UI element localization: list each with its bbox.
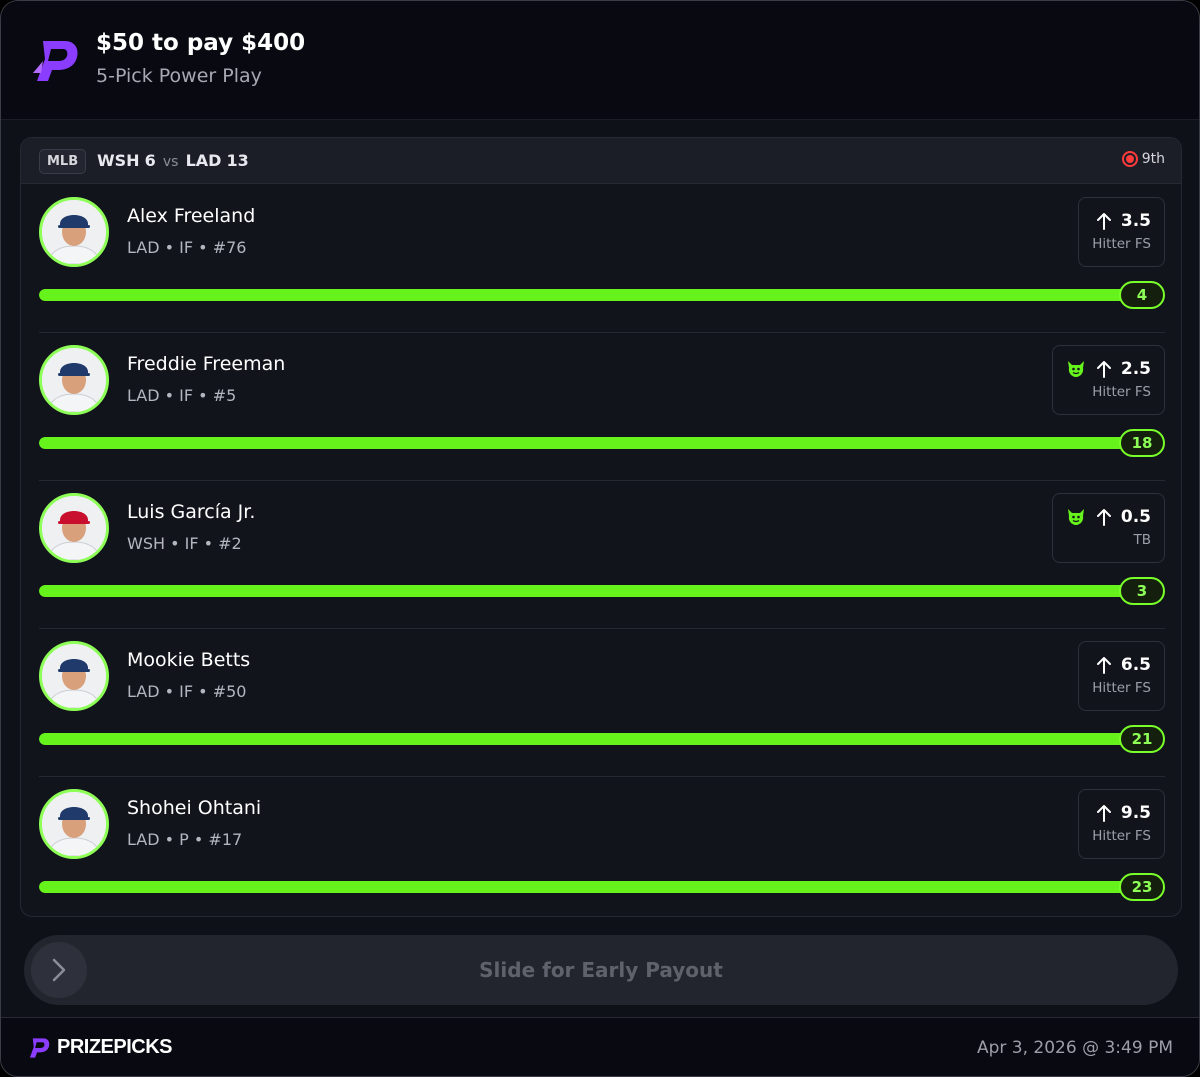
- early-payout-slider[interactable]: Slide for Early Payout: [24, 935, 1178, 1005]
- projection-box: 0.5 TB: [1051, 493, 1165, 563]
- stat-type: Hitter FS: [1092, 384, 1151, 400]
- line-value: 9.5: [1120, 803, 1151, 823]
- prizepicks-logo-icon: [33, 41, 78, 81]
- league-badge: MLB: [39, 149, 87, 174]
- footer-brand: PRIZEPICKS: [57, 1036, 173, 1058]
- demon-icon: [1067, 509, 1084, 525]
- home-score: 13: [226, 151, 249, 170]
- player-avatar: [39, 641, 109, 711]
- projection-box: 2.5 Hitter FS: [1051, 345, 1165, 415]
- player-headshot-icon: [42, 200, 106, 264]
- progress-bar: [39, 437, 1131, 449]
- away-score: 6: [144, 151, 156, 170]
- entry-header: $50 to pay $400 5-Pick Power Play: [1, 1, 1199, 120]
- player-meta: LAD • P • #17: [127, 830, 243, 849]
- entry-subtitle: 5-Pick Power Play: [96, 65, 262, 87]
- vs-label: vs: [162, 154, 179, 170]
- player-avatar: [39, 345, 109, 415]
- progress-bar: [39, 585, 1131, 597]
- arrow-up-icon: [1096, 657, 1111, 674]
- arrow-up-icon: [1096, 213, 1111, 230]
- stat-type: Hitter FS: [1092, 680, 1151, 696]
- footer: PRIZEPICKS Apr 3, 2026 @ 3:49 PM: [1, 1017, 1199, 1076]
- current-stat-pill: 3: [1119, 577, 1165, 605]
- slider-handle[interactable]: [31, 942, 87, 998]
- game-card: MLB WSH 6 vs LAD 13 9th Alex Freeland LA…: [20, 137, 1182, 917]
- progress-fill: [39, 437, 1131, 449]
- current-stat-pill: 18: [1119, 429, 1165, 457]
- line-value: 3.5: [1120, 211, 1151, 231]
- progress-bar: [39, 289, 1131, 301]
- player-meta: LAD • IF • #76: [127, 238, 247, 257]
- stat-type: Hitter FS: [1092, 236, 1151, 252]
- stat-type: TB: [1133, 532, 1151, 548]
- away-team: WSH: [97, 151, 140, 170]
- projection-box: 3.5 Hitter FS: [1078, 197, 1165, 267]
- slider-label: Slide for Early Payout: [479, 958, 723, 982]
- prizepicks-logo-icon: [29, 1038, 50, 1058]
- footer-timestamp: Apr 3, 2026 @ 3:49 PM: [976, 1038, 1173, 1058]
- line-value: 2.5: [1120, 359, 1151, 379]
- current-stat-pill: 23: [1119, 873, 1165, 901]
- inning-label: 9th: [1141, 151, 1165, 167]
- player-meta: WSH • IF • #2: [127, 534, 242, 553]
- progress-fill: [39, 733, 1131, 745]
- line-value: 0.5: [1120, 507, 1151, 527]
- entry-title: $50 to pay $400: [96, 30, 306, 56]
- pick-row[interactable]: Freddie Freeman LAD • IF • #5 2.5 Hitter…: [39, 333, 1165, 481]
- progress-bar: [39, 733, 1131, 745]
- projection-box: 9.5 Hitter FS: [1078, 789, 1165, 859]
- player-headshot-icon: [42, 348, 106, 412]
- home-team: LAD: [185, 151, 222, 170]
- player-meta: LAD • IF • #5: [127, 386, 237, 405]
- player-name: Mookie Betts: [127, 649, 251, 671]
- player-name: Freddie Freeman: [127, 353, 286, 375]
- player-avatar: [39, 789, 109, 859]
- player-name: Alex Freeland: [127, 205, 256, 227]
- arrow-up-icon: [1096, 361, 1111, 378]
- live-inning: 9th: [1121, 151, 1165, 167]
- current-stat-pill: 4: [1119, 281, 1165, 309]
- pick-row[interactable]: Mookie Betts LAD • IF • #50 6.5 Hitter F…: [39, 629, 1165, 777]
- live-indicator-icon: [1121, 151, 1138, 167]
- player-avatar: [39, 493, 109, 563]
- player-headshot-icon: [42, 644, 106, 708]
- player-meta: LAD • IF • #50: [127, 682, 247, 701]
- progress-fill: [39, 881, 1131, 893]
- line-value: 6.5: [1120, 655, 1151, 675]
- player-name: Luis García Jr.: [127, 501, 256, 523]
- pick-row[interactable]: Shohei Ohtani LAD • P • #17 9.5 Hitter F…: [39, 777, 1165, 916]
- pick-row[interactable]: Alex Freeland LAD • IF • #76 3.5 Hitter …: [39, 185, 1165, 333]
- arrow-up-icon: [1096, 509, 1111, 526]
- game-header: MLB WSH 6 vs LAD 13 9th: [21, 138, 1181, 184]
- demon-icon: [1067, 361, 1084, 377]
- progress-fill: [39, 289, 1131, 301]
- matchup: WSH 6 vs LAD 13: [97, 151, 249, 170]
- stat-type: Hitter FS: [1092, 828, 1151, 844]
- pick-row[interactable]: Luis García Jr. WSH • IF • #2 0.5 TB 3: [39, 481, 1165, 629]
- entry-card-frame: $50 to pay $400 5-Pick Power Play MLB WS…: [0, 0, 1200, 1077]
- current-stat-pill: 21: [1119, 725, 1165, 753]
- player-name: Shohei Ohtani: [127, 797, 262, 819]
- player-headshot-icon: [42, 496, 106, 560]
- projection-box: 6.5 Hitter FS: [1078, 641, 1165, 711]
- chevron-right-icon: [52, 958, 66, 982]
- player-headshot-icon: [42, 792, 106, 856]
- progress-bar: [39, 881, 1131, 893]
- arrow-up-icon: [1096, 805, 1111, 822]
- progress-fill: [39, 585, 1131, 597]
- player-avatar: [39, 197, 109, 267]
